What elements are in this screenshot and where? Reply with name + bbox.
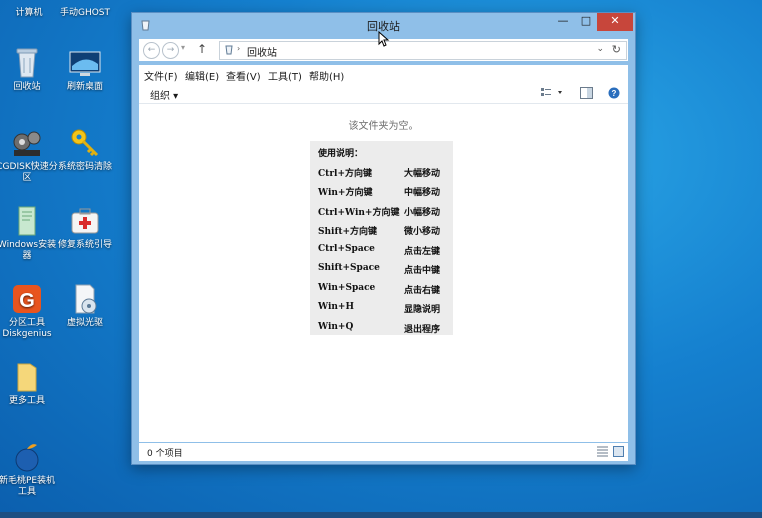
desktop-icon-virtual-drive[interactable]: 虚拟光驱 [54, 282, 116, 329]
recycle-bin-window: 回收站 — □ ✕ ← → ▾ ↑ › 回收站 ⌄ ↻ 文件(F) 编辑(E) … [131, 12, 636, 465]
installer-icon [10, 204, 44, 238]
peach-icon [10, 440, 44, 474]
svg-text:G: G [19, 290, 35, 312]
help-row: Shift+Space 点击中键 [318, 263, 447, 277]
help-action: 小幅移动 [404, 208, 441, 218]
diskgenius-icon: G [10, 282, 44, 316]
address-path: 回收站 [247, 48, 277, 59]
folder-icon [10, 360, 44, 394]
view-options-icon[interactable] [541, 87, 565, 102]
command-bar: 组织 ▾ ? [139, 83, 628, 104]
help-row: Win+Space 点击右键 [318, 283, 447, 297]
close-button[interactable]: ✕ [597, 13, 633, 31]
virtual-drive-icon [68, 282, 102, 316]
item-count: 0 个项目 [147, 449, 183, 459]
mouse-cursor [378, 30, 390, 50]
help-action: 微小移动 [404, 227, 441, 237]
address-field[interactable]: › 回收站 ⌄ ↻ [219, 41, 627, 60]
recent-locations-dropdown[interactable]: ▾ [181, 43, 185, 52]
help-action: 显隐说明 [404, 305, 441, 315]
help-row: Ctrl+Space 点击左键 [318, 244, 447, 258]
menu-view[interactable]: 查看(V) [226, 68, 261, 83]
desktop-icon-label: 修复系统引导 [57, 240, 112, 250]
desktop-icon-recycle-bin[interactable]: 回收站 [0, 46, 58, 93]
forward-button[interactable]: → [162, 42, 179, 59]
organize-button[interactable]: 组织 ▾ [150, 87, 178, 102]
taskbar[interactable] [0, 512, 762, 518]
desktop-icon-repair-boot[interactable]: 修复系统引导 [54, 204, 116, 251]
breadcrumb-separator: › [237, 44, 241, 53]
menu-bar: 文件(F) 编辑(E) 查看(V) 工具(T) 帮助(H) [139, 65, 628, 83]
address-dropdown[interactable]: ⌄ [596, 44, 604, 54]
help-action: 大幅移动 [404, 169, 441, 179]
help-key: Shift+方向键 [318, 227, 378, 237]
help-row: Win+Q 退出程序 [318, 322, 447, 336]
help-action: 点击左键 [404, 247, 441, 257]
help-icon[interactable]: ? [608, 87, 620, 102]
monitor-icon [68, 46, 102, 80]
menu-edit[interactable]: 编辑(E) [185, 68, 219, 83]
help-key: Shift+Space [318, 263, 380, 273]
recycle-bin-small-icon [224, 44, 234, 58]
help-action: 点击右键 [404, 286, 441, 296]
details-view-icon[interactable] [597, 446, 608, 460]
minimize-button[interactable]: — [551, 13, 575, 31]
help-title: 使用说明： [318, 149, 364, 159]
status-bar: 0 个项目 [139, 443, 628, 461]
help-key: Ctrl+方向键 [318, 169, 373, 179]
help-action: 退出程序 [404, 325, 441, 335]
key-icon [68, 126, 102, 160]
desktop-icon-refresh[interactable]: 刷新桌面 [54, 46, 116, 93]
up-button[interactable]: ↑ [197, 42, 207, 56]
help-row: Win+H 显隐说明 [318, 302, 447, 316]
help-key: Win+Space [318, 283, 376, 293]
desktop-icon-ghost[interactable]: 手动GHOST [54, 0, 116, 19]
desktop-icon-label: CGDISK快速分区 [0, 162, 58, 183]
desktop-icon-label: Windows安装器 [0, 240, 57, 261]
recycle-bin-icon [10, 46, 44, 80]
menu-file[interactable]: 文件(F) [144, 68, 178, 83]
desktop-icon-label: 回收站 [13, 82, 41, 92]
desktop-icon-password[interactable]: 系统密码清除 [54, 126, 116, 173]
desktop-icon-label: 系统密码清除 [57, 162, 112, 172]
desktop-icon-label: 虚拟光驱 [66, 318, 103, 328]
help-row: Shift+方向键 微小移动 [318, 224, 447, 238]
help-action: 中幅移动 [404, 188, 441, 198]
help-key: Ctrl+Win+方向键 [318, 208, 400, 218]
shortcut-help-panel: 使用说明： Ctrl+方向键 大幅移动 Win+方向键 中幅移动 Ctrl+Win+… [310, 141, 453, 335]
desktop-icon-computer[interactable]: 计算机 [0, 0, 60, 19]
desktop-icon-label: 新毛桃PE装机工具 [0, 476, 56, 497]
desktop-icon-more-tools[interactable]: 更多工具 [0, 360, 58, 407]
help-row: Ctrl+方向键 大幅移动 [318, 166, 447, 180]
help-action: 点击中键 [404, 266, 441, 276]
help-key: Win+H [318, 302, 354, 312]
desktop-icon-label: 更多工具 [8, 396, 45, 406]
desktop-icon-label: 手动GHOST [59, 8, 111, 18]
preview-pane-icon[interactable] [580, 87, 593, 102]
maximize-button[interactable]: □ [575, 13, 597, 31]
help-key: Win+Q [318, 322, 354, 332]
help-row: Ctrl+Win+方向键 小幅移动 [318, 205, 447, 219]
desktop-icon-windows-installer[interactable]: Windows安装器 [0, 204, 58, 262]
menu-help[interactable]: 帮助(H) [309, 68, 344, 83]
desktop-icon-diskgenius[interactable]: G 分区工具Diskgenius [0, 282, 58, 340]
svg-text:?: ? [612, 89, 617, 98]
gears-icon [10, 126, 44, 160]
help-row: Win+方向键 中幅移动 [318, 185, 447, 199]
large-icons-view-icon[interactable] [613, 446, 624, 460]
desktop-icon-label: 计算机 [15, 8, 43, 18]
back-button[interactable]: ← [143, 42, 160, 59]
first-aid-icon [68, 204, 102, 238]
desktop-icon-peach-installer[interactable]: 新毛桃PE装机工具 [0, 440, 58, 498]
desktop-icon-label: 分区工具Diskgenius [2, 318, 52, 339]
file-list-area[interactable]: 该文件夹为空。 使用说明： Ctrl+方向键 大幅移动 Win+方向键 中幅移动 C… [139, 104, 628, 442]
help-key: Win+方向键 [318, 188, 373, 198]
menu-tools[interactable]: 工具(T) [268, 68, 302, 83]
refresh-button[interactable]: ↻ [612, 43, 621, 56]
empty-folder-message: 该文件夹为空。 [348, 121, 419, 132]
help-key: Ctrl+Space [318, 244, 375, 254]
desktop-icon-label: 刷新桌面 [66, 82, 103, 92]
desktop-icon-cgdisk[interactable]: CGDISK快速分区 [0, 126, 58, 184]
